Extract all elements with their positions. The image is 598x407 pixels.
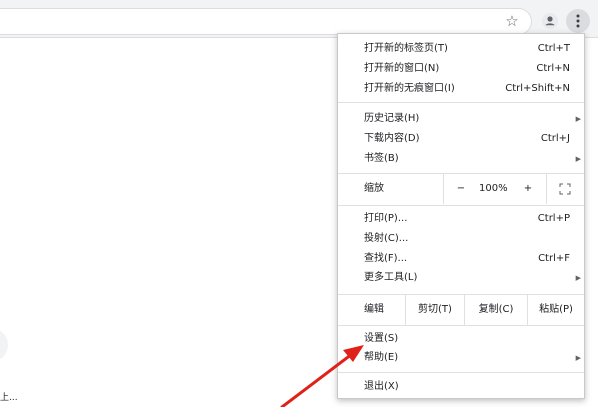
person-icon xyxy=(542,13,558,29)
menu-item-label: 下载内容(D) xyxy=(364,133,420,144)
shortcut-label: 上... xyxy=(0,393,18,403)
menu-item-label: 打开新的无痕窗口(I) xyxy=(364,83,455,94)
menu-item-more-tools[interactable]: 更多工具(L) ▶ xyxy=(338,270,584,286)
menu-item-shortcut: Ctrl+T xyxy=(537,43,570,54)
menu-item-shortcut: Ctrl+J xyxy=(540,133,570,144)
zoom-label: 缩放 xyxy=(364,183,384,194)
menu-item-label: 打开新的标签页(T) xyxy=(364,43,448,54)
menu-item-bookmarks[interactable]: 书签(B) ▶ xyxy=(338,151,584,167)
browser-window: ☆ 上... 打开新的标签页(T) Ctrl+T 打开新的窗口(N) Ctrl+ xyxy=(0,0,598,407)
zoom-divider xyxy=(443,174,444,204)
menu-item-label: 投射(C)... xyxy=(364,233,409,244)
star-icon[interactable]: ☆ xyxy=(503,12,521,30)
menu-item-history[interactable]: 历史记录(H) ▶ xyxy=(338,111,584,127)
chrome-menu-button[interactable] xyxy=(566,9,590,33)
menu-item-new-tab[interactable]: 打开新的标签页(T) Ctrl+T xyxy=(338,41,584,57)
chevron-right-icon: ▶ xyxy=(575,274,581,282)
chevron-right-icon: ▶ xyxy=(575,155,581,163)
menu-item-shortcut: Ctrl+F xyxy=(538,253,570,264)
menu-item-label: 退出(X) xyxy=(364,381,399,392)
chrome-main-menu: 打开新的标签页(T) Ctrl+T 打开新的窗口(N) Ctrl+N 打开新的无… xyxy=(337,33,585,399)
menu-item-shortcut: Ctrl+P xyxy=(537,213,570,224)
fullscreen-icon[interactable] xyxy=(559,183,571,195)
menu-separator xyxy=(338,205,584,206)
menu-separator xyxy=(338,325,584,326)
chevron-right-icon: ▶ xyxy=(575,354,581,362)
menu-item-print[interactable]: 打印(P)... Ctrl+P xyxy=(338,211,584,227)
menu-item-label: 打开新的窗口(N) xyxy=(364,63,440,74)
menu-item-label: 查找(F)... xyxy=(364,253,408,264)
menu-item-label: 打印(P)... xyxy=(364,213,408,224)
copy-button[interactable]: 复制(C) xyxy=(465,295,527,325)
menu-item-shortcut: Ctrl+N xyxy=(536,63,570,74)
paste-button[interactable]: 粘贴(P) xyxy=(528,295,584,325)
zoom-level: 100% xyxy=(479,183,508,194)
menu-item-label: 更多工具(L) xyxy=(364,272,418,283)
menu-item-new-window[interactable]: 打开新的窗口(N) Ctrl+N xyxy=(338,61,584,77)
zoom-divider xyxy=(546,174,547,204)
menu-item-cast[interactable]: 投射(C)... xyxy=(338,231,584,247)
profile-button[interactable] xyxy=(538,9,562,33)
menu-item-label: 帮助(E) xyxy=(364,352,399,363)
shortcut-tile[interactable] xyxy=(0,328,8,362)
zoom-out-button[interactable]: − xyxy=(454,174,468,204)
menu-item-find[interactable]: 查找(F)... Ctrl+F xyxy=(338,251,584,267)
menu-separator xyxy=(338,102,584,103)
menu-item-downloads[interactable]: 下载内容(D) Ctrl+J xyxy=(338,131,584,147)
cut-button[interactable]: 剪切(T) xyxy=(406,295,464,325)
edit-label: 编辑 xyxy=(364,304,384,315)
menu-item-exit[interactable]: 退出(X) xyxy=(338,379,584,395)
menu-item-label: 设置(S) xyxy=(364,333,399,344)
menu-separator xyxy=(338,372,584,373)
menu-item-new-incognito[interactable]: 打开新的无痕窗口(I) Ctrl+Shift+N xyxy=(338,81,584,97)
menu-item-settings[interactable]: 设置(S) xyxy=(338,331,584,347)
menu-item-label: 历史记录(H) xyxy=(364,113,420,124)
chevron-right-icon: ▶ xyxy=(575,115,581,123)
zoom-in-button[interactable]: + xyxy=(521,174,535,204)
menu-zoom-row: 缩放 − 100% + xyxy=(338,174,584,204)
menu-item-label: 书签(B) xyxy=(364,153,399,164)
menu-edit-row: 编辑 剪切(T) 复制(C) 粘贴(P) xyxy=(338,295,584,325)
address-bar[interactable]: ☆ xyxy=(0,8,532,35)
menu-item-help[interactable]: 帮助(E) ▶ xyxy=(338,350,584,366)
menu-item-shortcut: Ctrl+Shift+N xyxy=(505,83,570,94)
three-dots-vertical-icon xyxy=(576,14,580,28)
